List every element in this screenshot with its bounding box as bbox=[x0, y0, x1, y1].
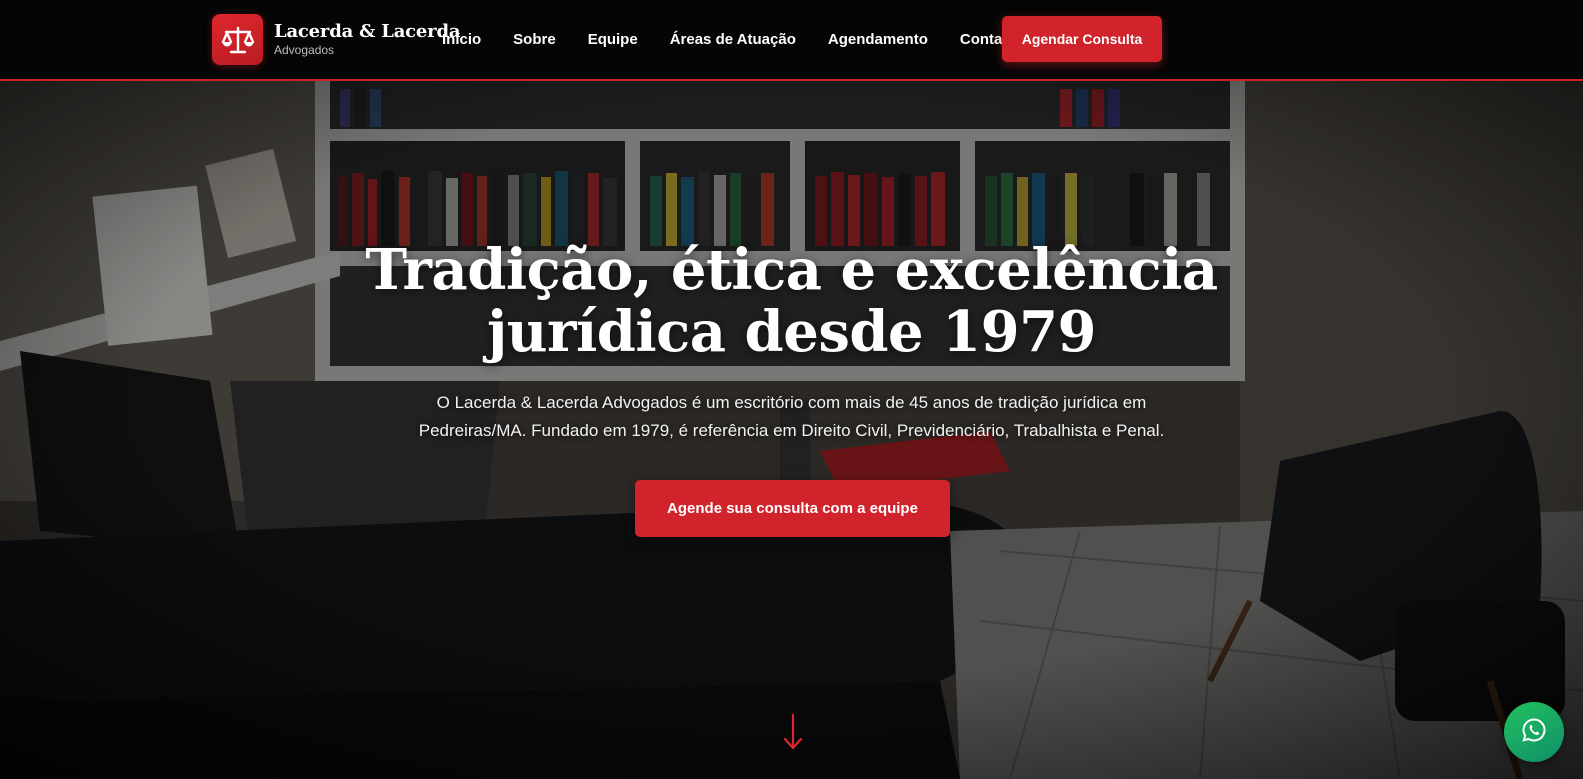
agende-consulta-button[interactable]: Agende sua consulta com a equipe bbox=[635, 480, 950, 537]
whatsapp-icon bbox=[1521, 717, 1547, 748]
nav-link-agendamento[interactable]: Agendamento bbox=[828, 31, 928, 48]
brand-text: Lacerda & Lacerda Advogados bbox=[274, 21, 461, 57]
whatsapp-button[interactable] bbox=[1504, 702, 1564, 762]
agendar-consulta-button[interactable]: Agendar Consulta bbox=[1002, 16, 1162, 62]
hero-description-line-2: Pedreiras/MA. Fundado em 1979, é referên… bbox=[418, 421, 1165, 440]
main-nav: Início Sobre Equipe Áreas de Atuação Age… bbox=[442, 0, 1049, 78]
nav-link-equipe[interactable]: Equipe bbox=[588, 31, 638, 48]
arrow-down-icon[interactable] bbox=[783, 713, 803, 751]
nav-link-areas-de-atuacao[interactable]: Áreas de Atuação bbox=[670, 31, 796, 48]
hero-description: O Lacerda & Lacerda Advogados é um escri… bbox=[0, 389, 1583, 445]
brand-logo-link[interactable]: Lacerda & Lacerda Advogados bbox=[212, 14, 461, 65]
navbar: Lacerda & Lacerda Advogados Início Sobre… bbox=[0, 0, 1583, 81]
nav-link-sobre[interactable]: Sobre bbox=[513, 31, 556, 48]
scales-of-justice-icon bbox=[212, 14, 263, 65]
hero-section: Tradição, ética e excelência jurídica de… bbox=[0, 81, 1583, 779]
nav-link-inicio[interactable]: Início bbox=[442, 31, 481, 48]
hero-title-line-2: jurídica desde 1979 bbox=[486, 299, 1097, 365]
brand-subtitle: Advogados bbox=[274, 43, 335, 57]
brand-name: Lacerda & Lacerda bbox=[274, 21, 461, 42]
hero-title-line-1: Tradição, ética e excelência bbox=[365, 237, 1218, 303]
hero-description-line-1: O Lacerda & Lacerda Advogados é um escri… bbox=[436, 393, 1147, 412]
hero-title: Tradição, ética e excelência jurídica de… bbox=[0, 239, 1583, 363]
